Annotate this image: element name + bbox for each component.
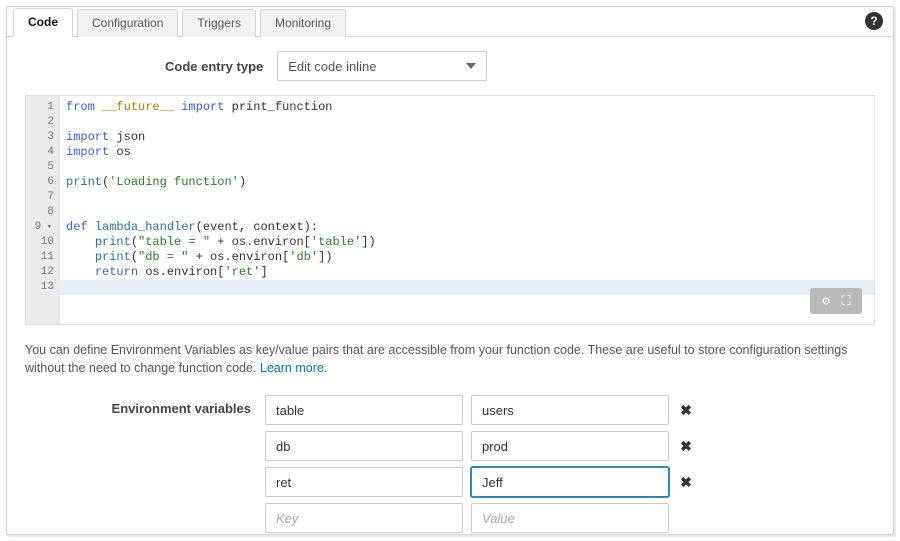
remove-env-var-icon[interactable]: ✖ xyxy=(677,438,695,455)
chevron-down-icon xyxy=(466,63,476,69)
tab-triggers[interactable]: Triggers xyxy=(182,9,256,37)
environment-variables-rows: ✖ ✖ ✖ xyxy=(265,395,695,533)
editor-gutter: 123456789 ▾10111213 xyxy=(26,96,60,324)
env-var-key-input[interactable] xyxy=(265,503,463,533)
environment-variables-section: Environment variables ✖ ✖ ✖ xyxy=(25,395,875,533)
env-var-row: ✖ xyxy=(265,431,695,461)
env-var-key-input[interactable] xyxy=(265,431,463,461)
code-entry-row: Code entry type Edit code inline xyxy=(25,51,875,81)
env-var-description: You can define Environment Variables as … xyxy=(25,341,875,377)
lambda-code-panel: CodeConfigurationTriggersMonitoring? Cod… xyxy=(6,6,894,535)
env-var-value-input[interactable] xyxy=(471,503,669,533)
code-editor[interactable]: 123456789 ▾10111213 from __future__ impo… xyxy=(25,95,875,325)
env-var-value-input[interactable] xyxy=(471,467,669,497)
env-var-key-input[interactable] xyxy=(265,395,463,425)
remove-env-var-icon[interactable]: ✖ xyxy=(677,474,695,491)
env-var-description-text: You can define Environment Variables as … xyxy=(25,343,847,375)
learn-more-link[interactable]: Learn more. xyxy=(260,361,327,375)
code-entry-type-label: Code entry type xyxy=(165,59,263,74)
panel-body: Code entry type Edit code inline 1234567… xyxy=(7,37,893,535)
tab-bar: CodeConfigurationTriggersMonitoring? xyxy=(7,7,893,37)
editor-fullscreen-icon[interactable]: ⛶ xyxy=(836,292,856,310)
env-var-row: ✖ xyxy=(265,395,695,425)
tab-configuration[interactable]: Configuration xyxy=(77,9,178,37)
editor-code-area[interactable]: from __future__ import print_function im… xyxy=(60,96,874,324)
env-var-row xyxy=(265,503,695,533)
editor-controls: ⚙ ⛶ xyxy=(810,288,862,314)
editor-cursor-line xyxy=(60,280,874,295)
tab-code[interactable]: Code xyxy=(13,8,73,37)
env-var-value-input[interactable] xyxy=(471,395,669,425)
editor-settings-icon[interactable]: ⚙ xyxy=(816,292,836,310)
remove-env-var-icon[interactable]: ✖ xyxy=(677,402,695,419)
code-entry-type-select[interactable]: Edit code inline xyxy=(277,51,487,81)
environment-variables-label: Environment variables xyxy=(25,395,251,533)
help-icon[interactable]: ? xyxy=(865,12,883,30)
env-var-row: ✖ xyxy=(265,467,695,497)
code-entry-type-value: Edit code inline xyxy=(288,59,376,74)
env-var-value-input[interactable] xyxy=(471,431,669,461)
env-var-key-input[interactable] xyxy=(265,467,463,497)
tab-monitoring[interactable]: Monitoring xyxy=(260,9,346,37)
